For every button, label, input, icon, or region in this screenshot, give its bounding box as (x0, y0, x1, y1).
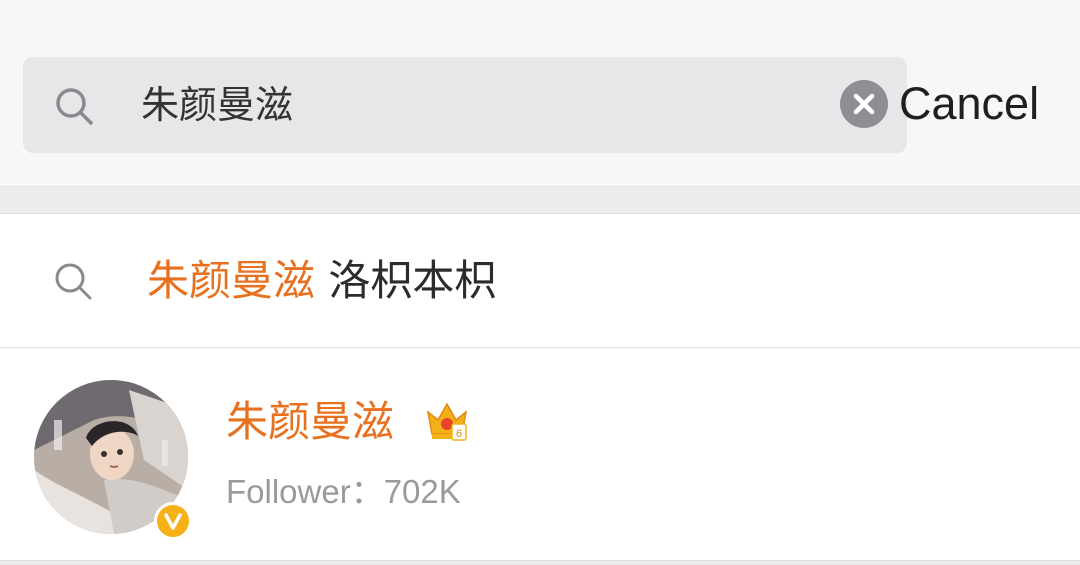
section-divider (0, 186, 1080, 214)
follower-value: 702K (383, 473, 461, 510)
bottom-divider (0, 560, 1080, 565)
search-icon (55, 263, 92, 300)
suggestion-rest: 洛枳本枳 (315, 256, 497, 305)
search-suggestion-row[interactable]: 朱颜曼滋 洛枳本枳 (0, 214, 1080, 348)
crown-member-icon: 6 (426, 402, 468, 441)
suggestion-text: 朱颜曼滋 洛枳本枳 (147, 214, 496, 348)
clear-search-button[interactable] (840, 80, 888, 128)
cancel-button[interactable]: Cancel (899, 78, 1039, 130)
search-icon (56, 88, 93, 125)
user-name[interactable]: 朱颜曼滋 (226, 394, 394, 450)
suggestion-highlight: 朱颜曼滋 (147, 256, 316, 305)
search-header: 朱颜曼滋 Cancel (0, 0, 1080, 186)
crown-level-text: 6 (456, 428, 462, 440)
follower-label: Follower： (226, 473, 384, 510)
follower-count: Follower：702K (226, 470, 461, 514)
clear-icon (853, 93, 875, 115)
search-query-text[interactable]: 朱颜曼滋 (141, 57, 293, 153)
verified-v-icon (154, 502, 192, 540)
search-input[interactable]: 朱颜曼滋 (23, 57, 907, 153)
